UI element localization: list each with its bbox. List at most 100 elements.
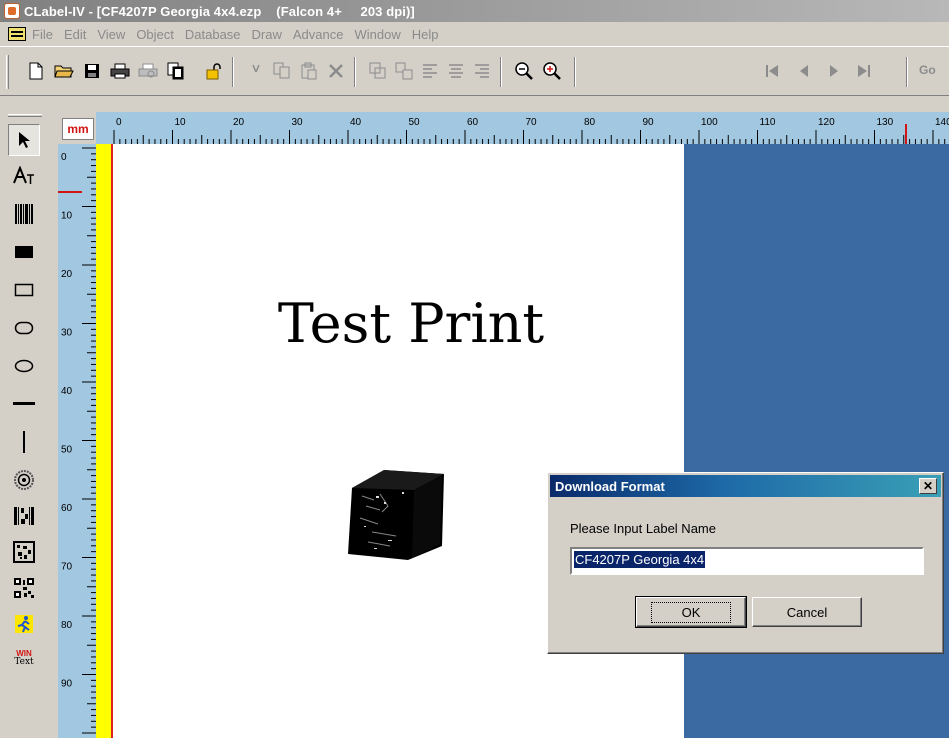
- new-file-icon[interactable]: [24, 59, 48, 83]
- go-button[interactable]: Go: [915, 60, 940, 82]
- vertical-line-tool-icon[interactable]: [8, 426, 40, 458]
- label-margin-line: [111, 144, 113, 738]
- ruler-label: 70: [526, 117, 538, 128]
- running-man-icon[interactable]: [8, 608, 40, 640]
- ruler-label: 70: [61, 562, 73, 573]
- first-page-icon[interactable]: [760, 59, 784, 83]
- label-name-input[interactable]: CF4207P Georgia 4x4: [570, 547, 924, 575]
- paste-icon[interactable]: [297, 59, 321, 83]
- label-text-object[interactable]: Test Print: [216, 292, 606, 355]
- ruler-label: 60: [467, 117, 479, 128]
- select-arrow-icon[interactable]: [8, 124, 40, 156]
- group-objects-icon[interactable]: [366, 59, 390, 83]
- toolbar-separator: [354, 57, 356, 87]
- unlock-padlock-icon[interactable]: [202, 59, 226, 83]
- menu-object[interactable]: Object: [136, 27, 174, 42]
- toolbar-separator: [574, 57, 576, 87]
- ruler-label: 120: [818, 117, 835, 128]
- ok-button[interactable]: OK: [635, 596, 747, 628]
- maxicode-tool-icon[interactable]: [8, 464, 40, 496]
- window-title: CLabel-IV - [CF4207P Georgia 4x4.ezp (Fa…: [24, 3, 415, 19]
- ruler-label: 10: [61, 211, 73, 222]
- ruler-label: 30: [61, 328, 73, 339]
- clabel-app-icon[interactable]: [4, 3, 20, 19]
- align-right-icon[interactable]: [470, 59, 494, 83]
- close-icon[interactable]: ✕: [919, 478, 937, 494]
- ruler-label: 20: [233, 117, 245, 128]
- ungroup-objects-icon[interactable]: [392, 59, 416, 83]
- zoom-in-icon[interactable]: [540, 59, 564, 83]
- ruler-label: 0: [116, 117, 122, 128]
- clabel-window: CLabel-IV - [CF4207P Georgia 4x4.ezp (Fa…: [0, 0, 949, 738]
- win-text-line2: Text: [14, 657, 34, 667]
- ruler-label: 140: [935, 117, 949, 128]
- ruler-label: 110: [760, 117, 776, 128]
- align-left-icon[interactable]: [418, 59, 442, 83]
- ruler-label: 80: [584, 117, 596, 128]
- menu-help[interactable]: Help: [412, 27, 439, 42]
- cancel-button[interactable]: Cancel: [752, 597, 862, 627]
- text-tool-icon[interactable]: [8, 160, 40, 192]
- ruler-label: 100: [701, 117, 718, 128]
- datamatrix-tool-icon[interactable]: [8, 536, 40, 568]
- title-bar[interactable]: CLabel-IV - [CF4207P Georgia 4x4.ezp (Fa…: [0, 0, 949, 22]
- menu-window[interactable]: Window: [354, 27, 400, 42]
- menu-view[interactable]: View: [97, 27, 125, 42]
- menu-draw[interactable]: Draw: [252, 27, 282, 42]
- vertical-ruler[interactable]: 0102030405060708090100: [58, 144, 96, 738]
- print-icon[interactable]: [108, 59, 132, 83]
- horizontal-ruler[interactable]: 0 10 20 30 40 50 60 70 80 90 100 110 120 130 140: [96, 112, 949, 144]
- ruler-unit-selector[interactable]: mm: [62, 118, 94, 140]
- download-format-dialog: Download Format ✕ Please Input Label Nam…: [547, 472, 944, 654]
- label-name-input-value: CF4207P Georgia 4x4: [574, 551, 706, 568]
- palette-grip[interactable]: [8, 114, 42, 117]
- copy-icon[interactable]: [270, 59, 294, 83]
- cut-icon[interactable]: [244, 59, 268, 83]
- ruler-label: 90: [643, 117, 655, 128]
- ruler-label: 90: [61, 679, 73, 690]
- horizontal-line-tool-icon[interactable]: [8, 388, 40, 420]
- printer-image-object[interactable]: [344, 466, 448, 562]
- pdf417-tool-icon[interactable]: [8, 500, 40, 532]
- ruler-label: 0: [61, 152, 67, 163]
- dialog-title-bar[interactable]: Download Format ✕: [550, 475, 941, 497]
- ruler-label: 60: [61, 503, 73, 514]
- rounded-rectangle-tool-icon[interactable]: [8, 312, 40, 344]
- save-disk-icon[interactable]: [80, 59, 104, 83]
- menu-edit[interactable]: Edit: [64, 27, 86, 42]
- ruler-corner: mm: [58, 112, 96, 144]
- menu-database[interactable]: Database: [185, 27, 241, 42]
- ruler-label: 40: [61, 386, 73, 397]
- win-text-tool-icon[interactable]: WIN Text: [8, 642, 40, 674]
- copy-pages-icon[interactable]: [164, 59, 188, 83]
- document-menu-icon[interactable]: [8, 27, 26, 41]
- print-preview-icon[interactable]: [136, 59, 160, 83]
- qrcode-tool-icon[interactable]: [8, 572, 40, 604]
- horizontal-ruler-ticks: 0 10 20 30 40 50 60 70 80 90 100 110 120 130 140: [113, 117, 949, 144]
- ellipse-tool-icon[interactable]: [8, 350, 40, 382]
- filled-rectangle-tool-icon[interactable]: [8, 236, 40, 268]
- rectangle-tool-icon[interactable]: [8, 274, 40, 306]
- toolbar-separator: [500, 57, 502, 87]
- main-toolbar: Go: [0, 46, 949, 96]
- menu-advance[interactable]: Advance: [293, 27, 344, 42]
- ruler-label: 80: [61, 620, 73, 631]
- ruler-label: 50: [61, 445, 73, 456]
- ruler-label: 40: [350, 117, 362, 128]
- dialog-title: Download Format: [555, 478, 665, 494]
- barcode-tool-icon[interactable]: [8, 198, 40, 230]
- menu-bar: File Edit View Object Database Draw Adva…: [0, 22, 949, 46]
- ruler-label: 10: [175, 117, 187, 128]
- previous-page-icon[interactable]: [792, 59, 816, 83]
- align-center-icon[interactable]: [444, 59, 468, 83]
- open-folder-icon[interactable]: [52, 59, 76, 83]
- toolbar-separator: [906, 57, 908, 87]
- zoom-out-icon[interactable]: [512, 59, 536, 83]
- label-margin-strip: [96, 144, 111, 738]
- next-page-icon[interactable]: [822, 59, 846, 83]
- toolbar-grip[interactable]: [6, 55, 9, 89]
- menu-file[interactable]: File: [32, 27, 53, 42]
- delete-x-icon[interactable]: [324, 59, 348, 83]
- last-page-icon[interactable]: [852, 59, 876, 83]
- ruler-label: 130: [877, 117, 894, 128]
